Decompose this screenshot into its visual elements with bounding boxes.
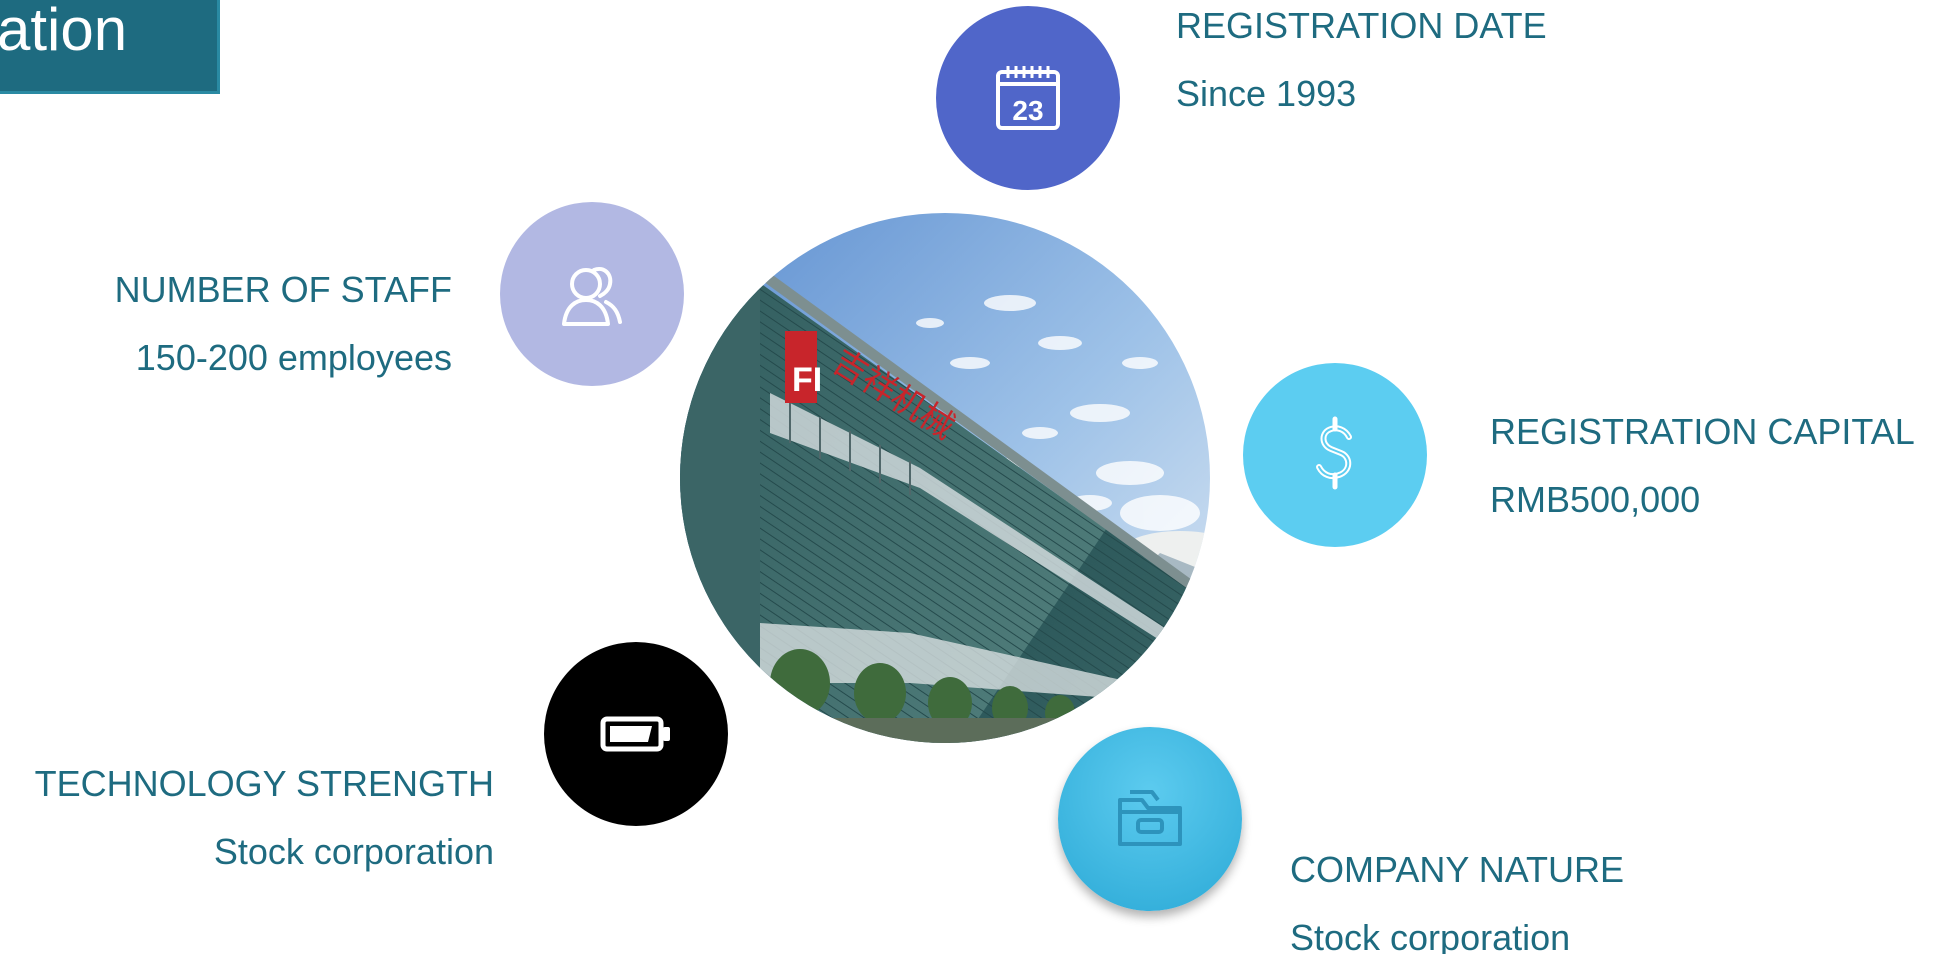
- dollar-icon: [1305, 415, 1365, 495]
- factory-building-photo: FI 吉祥机械: [680, 213, 1210, 743]
- company-nature-circle: [1058, 727, 1242, 911]
- registration-date-circle: 23: [936, 6, 1120, 190]
- number-of-staff-label: NUMBER OF STAFF: [114, 269, 452, 310]
- company-nature-value: Stock corporation: [1290, 917, 1571, 954]
- calendar-icon: 23: [992, 62, 1064, 134]
- technology-strength-circle: [544, 642, 728, 826]
- registration-capital-value: RMB500,000: [1490, 479, 1701, 520]
- sign-logo: FI: [792, 361, 822, 399]
- company-nature-label: COMPANY NATURE: [1290, 849, 1625, 890]
- slide: ation FI 吉祥机械 23 REGISTRATION DATE Since…: [0, 0, 1941, 954]
- slide-title: ation: [0, 0, 128, 63]
- registration-capital-label: REGISTRATION CAPITAL: [1490, 411, 1915, 452]
- calendar-day: 23: [1012, 95, 1043, 126]
- number-of-staff-value: 150-200 employees: [135, 337, 452, 378]
- registration-date-label: REGISTRATION DATE: [1176, 5, 1547, 46]
- registration-date-value: Since 1993: [1176, 73, 1357, 114]
- technology-strength-label: TECHNOLOGY STRENGTH: [34, 763, 494, 804]
- folder-icon: [1112, 786, 1188, 852]
- user-icon: [554, 256, 630, 332]
- technology-strength-value: Stock corporation: [213, 831, 494, 872]
- battery-icon: [600, 714, 672, 754]
- number-of-staff-circle: [500, 202, 684, 386]
- registration-capital-circle: [1243, 363, 1427, 547]
